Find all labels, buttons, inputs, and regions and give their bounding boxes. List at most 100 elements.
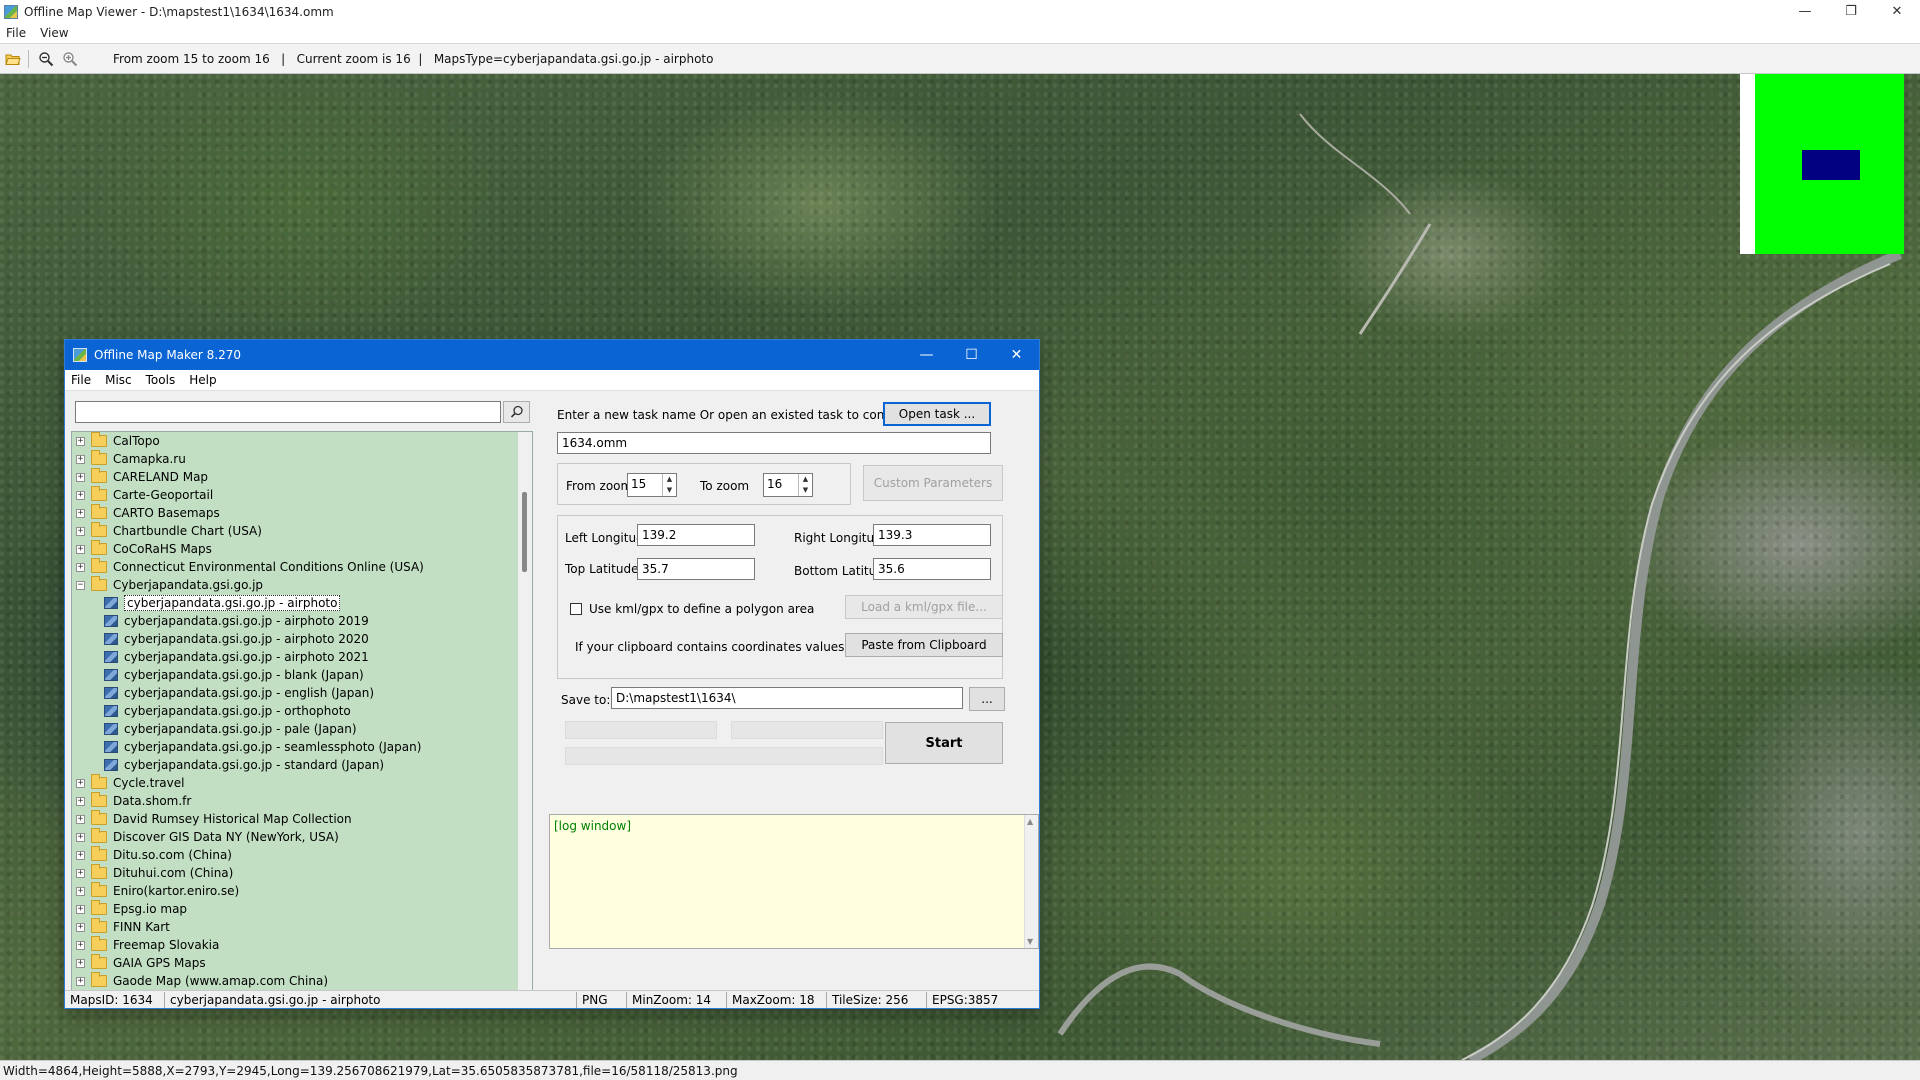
spin-up-icon[interactable]: ▲ <box>663 474 676 485</box>
dialog-menu-file[interactable]: File <box>71 373 91 387</box>
tree-map-item[interactable]: cyberjapandata.gsi.go.jp - english (Japa… <box>72 684 520 702</box>
restore-icon[interactable]: ❐ <box>1828 0 1874 23</box>
expand-icon[interactable]: + <box>76 958 85 968</box>
save-path-field[interactable]: D:\mapstest1\1634\ <box>611 687 963 709</box>
tree-folder-item[interactable]: + GAIA GPS Maps <box>72 954 520 972</box>
dialog-minimize-icon[interactable]: — <box>904 340 949 370</box>
expand-icon[interactable]: + <box>76 454 85 464</box>
kml-polygon-checkbox[interactable] <box>570 603 582 615</box>
expand-icon[interactable]: + <box>76 976 85 986</box>
tree-folder-item[interactable]: + Connecticut Environmental Conditions On… <box>72 558 520 576</box>
maps-tree[interactable]: + CalTopo + Camapka.ru + CARELAND Map + Carte-G… <box>71 431 533 991</box>
dialog-menu-help[interactable]: Help <box>189 373 216 387</box>
dialog-maximize-icon[interactable]: ☐ <box>949 340 994 370</box>
expand-icon[interactable]: + <box>76 544 85 554</box>
expand-icon[interactable]: + <box>76 562 85 572</box>
tree-map-item[interactable]: cyberjapandata.gsi.go.jp - orthophoto <box>72 702 520 720</box>
tree-folder-item[interactable]: + Eniro(kartor.eniro.se) <box>72 882 520 900</box>
expand-icon[interactable]: + <box>76 922 85 932</box>
tree-map-item[interactable]: cyberjapandata.gsi.go.jp - airphoto 2019 <box>72 612 520 630</box>
start-button[interactable]: Start <box>885 722 1003 764</box>
expand-icon[interactable]: + <box>76 904 85 914</box>
expand-icon[interactable]: + <box>76 796 85 806</box>
expand-icon[interactable]: + <box>76 850 85 860</box>
search-button[interactable] <box>503 401 530 423</box>
tree-folder-item[interactable]: − Cyberjapandata.gsi.go.jp <box>72 576 520 594</box>
tree-map-item[interactable]: cyberjapandata.gsi.go.jp - seamlessphoto… <box>72 738 520 756</box>
tree-scrollbar[interactable] <box>518 432 532 990</box>
expand-icon[interactable]: + <box>76 526 85 536</box>
tree-folder-item[interactable]: + Cycle.travel <box>72 774 520 792</box>
collapse-icon[interactable]: − <box>76 580 85 590</box>
menu-view[interactable]: View <box>40 26 68 40</box>
expand-icon[interactable]: + <box>76 490 85 500</box>
top-latitude-field[interactable]: 35.7 <box>637 558 755 580</box>
spin-down-icon[interactable]: ▼ <box>799 485 812 496</box>
close-icon[interactable]: ✕ <box>1874 0 1920 23</box>
tree-folder-item[interactable]: + David Rumsey Historical Map Collection <box>72 810 520 828</box>
tree-map-item[interactable]: cyberjapandata.gsi.go.jp - airphoto 2021 <box>72 648 520 666</box>
tree-folder-item[interactable]: + Gaode Map (www.amap.com China) <box>72 972 520 990</box>
tree-scrollbar-thumb[interactable] <box>522 492 527 572</box>
tree-map-item[interactable]: cyberjapandata.gsi.go.jp - pale (Japan) <box>72 720 520 738</box>
open-task-button[interactable]: Open task ... <box>883 402 991 426</box>
maps-search-input[interactable] <box>75 401 501 423</box>
tree-map-item[interactable]: cyberjapandata.gsi.go.jp - airphoto 2020 <box>72 630 520 648</box>
dialog-menu-tools[interactable]: Tools <box>146 373 176 387</box>
overview-minimap[interactable] <box>1740 74 1904 254</box>
right-longitude-field[interactable]: 139.3 <box>873 524 991 546</box>
spin-down-icon[interactable]: ▼ <box>663 485 676 496</box>
tree-folder-item[interactable]: + FINN Kart <box>72 918 520 936</box>
open-folder-icon[interactable] <box>2 48 24 70</box>
custom-parameters-button[interactable]: Custom Parameters <box>863 465 1003 501</box>
left-longitude-field[interactable]: 139.2 <box>637 524 755 546</box>
zoom-in-icon[interactable] <box>59 48 81 70</box>
tree-map-item-selected[interactable]: cyberjapandata.gsi.go.jp - airphoto <box>72 594 520 612</box>
tree-folder-item[interactable]: + Discover GIS Data NY (NewYork, USA) <box>72 828 520 846</box>
tree-folder-item[interactable]: + CARELAND Map <box>72 468 520 486</box>
log-window[interactable]: [log window] ▲ ▼ <box>549 814 1039 949</box>
dialog-close-icon[interactable]: ✕ <box>994 340 1039 370</box>
dialog-titlebar[interactable]: Offline Map Maker 8.270 — ☐ ✕ <box>65 340 1039 370</box>
expand-icon[interactable]: + <box>76 472 85 482</box>
expand-icon[interactable]: + <box>76 868 85 878</box>
zoom-out-icon[interactable] <box>35 48 57 70</box>
tree-folder-item[interactable]: + Carte-Geoportail <box>72 486 520 504</box>
expand-icon[interactable]: + <box>76 814 85 824</box>
tree-folder-item[interactable]: + CoCoRaHS Maps <box>72 540 520 558</box>
to-zoom-arrows[interactable]: ▲ ▼ <box>798 474 812 496</box>
expand-icon[interactable]: + <box>76 508 85 518</box>
expand-icon[interactable]: + <box>76 436 85 446</box>
menu-file[interactable]: File <box>6 26 26 40</box>
to-zoom-spinner[interactable]: 16 ▲ ▼ <box>763 473 813 497</box>
minimize-icon[interactable]: — <box>1782 0 1828 23</box>
from-zoom-spinner[interactable]: 15 ▲ ▼ <box>627 473 677 497</box>
paste-clipboard-button[interactable]: Paste from Clipboard <box>845 633 1003 657</box>
tree-folder-item[interactable]: + Freemap Slovakia <box>72 936 520 954</box>
tree-folder-item[interactable]: + Data.shom.fr <box>72 792 520 810</box>
load-kml-button[interactable]: Load a kml/gpx file... <box>845 595 1003 619</box>
spin-up-icon[interactable]: ▲ <box>799 474 812 485</box>
scroll-up-icon[interactable]: ▲ <box>1027 817 1033 826</box>
tree-folder-item[interactable]: + CalTopo <box>72 432 520 450</box>
task-name-field[interactable]: 1634.omm <box>557 432 991 454</box>
tree-folder-item[interactable]: + Epsg.io map <box>72 900 520 918</box>
scroll-down-icon[interactable]: ▼ <box>1027 937 1033 946</box>
minimap-viewport-indicator[interactable] <box>1802 150 1860 180</box>
bottom-latitude-field[interactable]: 35.6 <box>873 558 991 580</box>
tree-map-item[interactable]: cyberjapandata.gsi.go.jp - standard (Jap… <box>72 756 520 774</box>
tree-folder-item[interactable]: + Chartbundle Chart (USA) <box>72 522 520 540</box>
log-scrollbar[interactable]: ▲ ▼ <box>1024 815 1038 948</box>
expand-icon[interactable]: + <box>76 940 85 950</box>
from-zoom-arrows[interactable]: ▲ ▼ <box>662 474 676 496</box>
tree-folder-item[interactable]: + Ditu.so.com (China) <box>72 846 520 864</box>
dialog-menu-misc[interactable]: Misc <box>105 373 132 387</box>
expand-icon[interactable]: + <box>76 778 85 788</box>
tree-map-item[interactable]: cyberjapandata.gsi.go.jp - blank (Japan) <box>72 666 520 684</box>
tree-folder-item[interactable]: + CARTO Basemaps <box>72 504 520 522</box>
expand-icon[interactable]: + <box>76 886 85 896</box>
tree-folder-item[interactable]: + Camapka.ru <box>72 450 520 468</box>
tree-folder-item[interactable]: + Dituhui.com (China) <box>72 864 520 882</box>
expand-icon[interactable]: + <box>76 832 85 842</box>
browse-folder-button[interactable]: ... <box>969 687 1005 711</box>
